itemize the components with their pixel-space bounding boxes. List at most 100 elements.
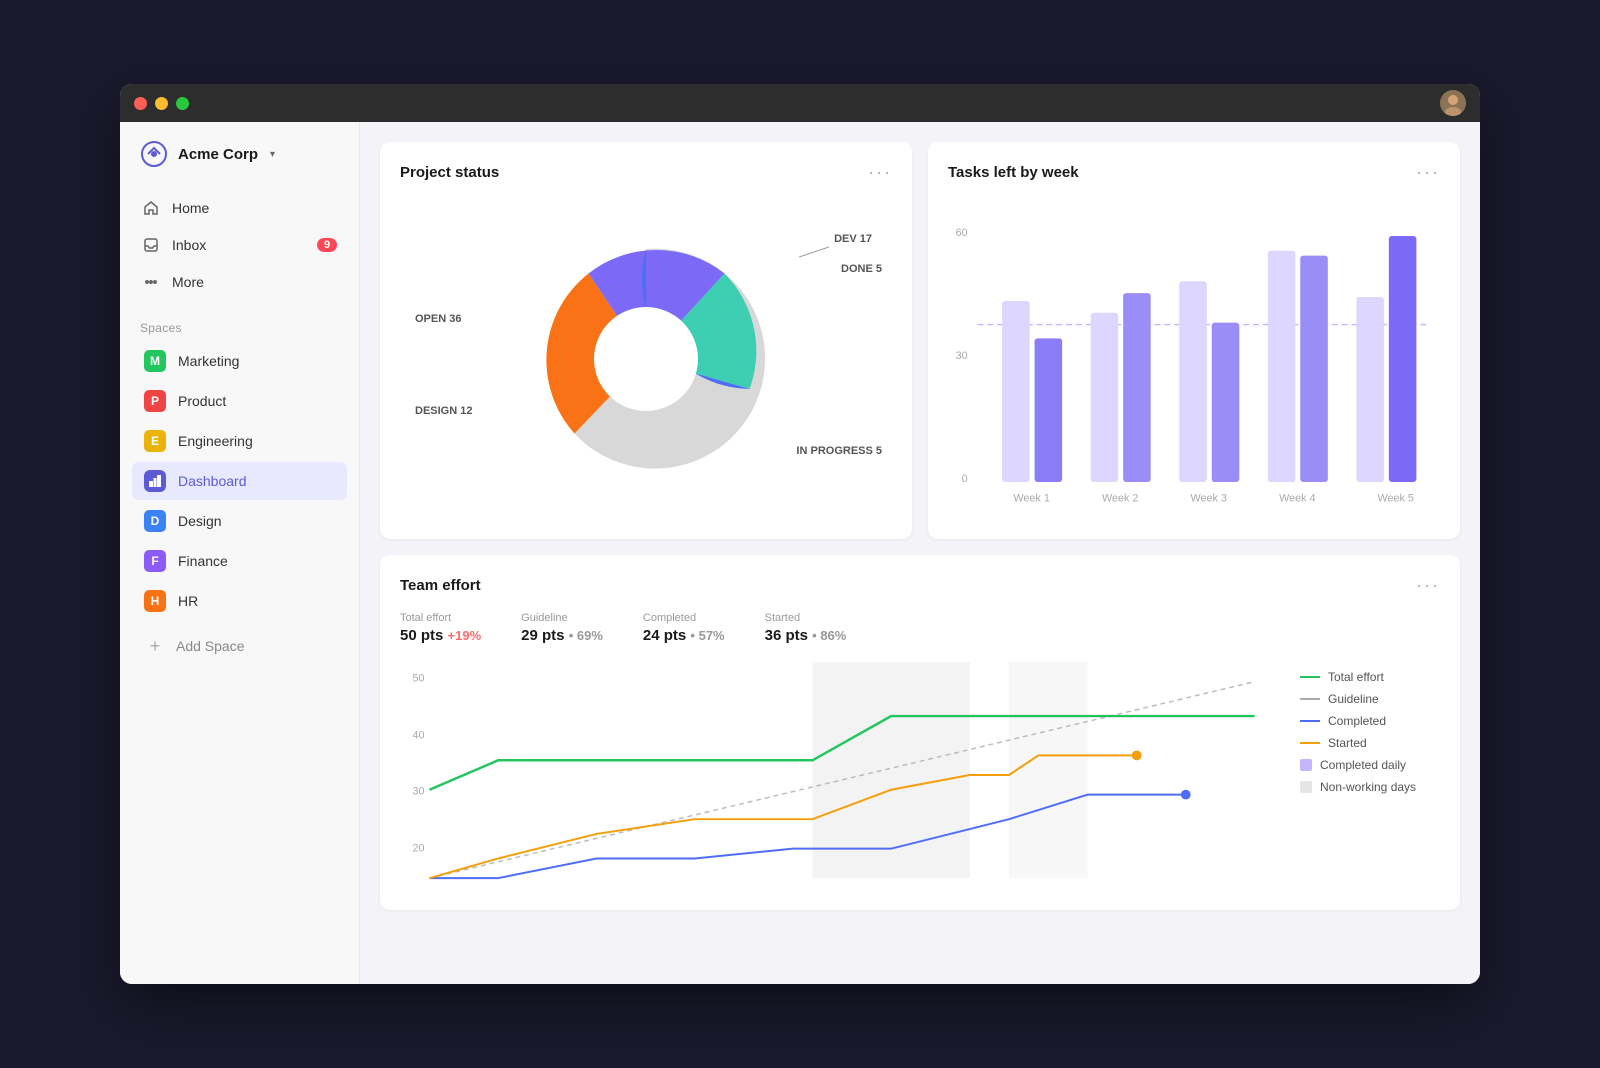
project-status-menu[interactable]: ···	[868, 162, 892, 183]
svg-text:0: 0	[962, 473, 968, 485]
bar-chart-area: 60 30 0	[948, 199, 1440, 519]
pie-label-open: OPEN 36	[415, 309, 461, 327]
line-chart-svg: 50 40 30 20	[400, 660, 1284, 890]
tasks-menu[interactable]: ···	[1416, 162, 1440, 183]
space-finance-label: Finance	[178, 553, 228, 569]
titlebar	[120, 84, 1480, 122]
space-finance-avatar: F	[144, 550, 166, 572]
line-chart-area: 50 40 30 20	[400, 660, 1284, 890]
project-status-card: Project status ···	[380, 142, 912, 539]
main-content: Project status ···	[360, 122, 1480, 984]
stat-completed: Completed 24 pts • 57%	[643, 612, 725, 644]
space-hr-label: HR	[178, 593, 198, 609]
stat-guideline-value: 29 pts	[521, 627, 564, 644]
stat-completed-value: 24 pts	[643, 627, 686, 644]
space-engineering-avatar: E	[144, 430, 166, 452]
close-button[interactable]	[134, 97, 147, 110]
stat-started-value: 36 pts	[765, 627, 808, 644]
space-hr-avatar: H	[144, 590, 166, 612]
svg-text:50: 50	[413, 673, 425, 685]
app-window: Acme Corp ▾ Home	[120, 84, 1480, 984]
space-marketing[interactable]: M Marketing	[132, 342, 347, 380]
add-space-label: Add Space	[176, 638, 245, 654]
effort-stats: Total effort 50 pts +19% Guideline 29 pt…	[400, 612, 1440, 644]
maximize-button[interactable]	[176, 97, 189, 110]
legend-total-effort-line	[1300, 676, 1320, 678]
nav-home-label: Home	[172, 200, 209, 216]
add-space-icon: +	[144, 635, 166, 657]
team-effort-card: Team effort ··· Total effort 50 pts +19%…	[380, 555, 1460, 910]
svg-text:Week 3: Week 3	[1191, 493, 1227, 505]
stat-completed-pct: • 57%	[690, 628, 724, 643]
space-hr[interactable]: H HR	[132, 582, 347, 620]
space-engineering[interactable]: E Engineering	[132, 422, 347, 460]
bar-chart-svg: 60 30 0	[948, 199, 1440, 519]
stat-total-effort: Total effort 50 pts +19%	[400, 612, 481, 644]
legend-non-working-box	[1300, 781, 1312, 793]
svg-text:Week 2: Week 2	[1102, 493, 1138, 505]
minimize-button[interactable]	[155, 97, 168, 110]
legend-started-line	[1300, 742, 1320, 744]
nav-more[interactable]: More	[132, 264, 347, 300]
stat-total-pct: +19%	[448, 628, 482, 643]
pie-chart-svg	[506, 219, 786, 499]
legend-completed-label: Completed	[1328, 714, 1386, 728]
legend-completed-daily-label: Completed daily	[1320, 758, 1406, 772]
legend-started: Started	[1300, 736, 1440, 750]
brand-logo-icon	[140, 140, 168, 168]
legend-started-label: Started	[1328, 736, 1367, 750]
space-dashboard[interactable]: Dashboard	[132, 462, 347, 500]
svg-text:20: 20	[413, 843, 425, 855]
sidebar: Acme Corp ▾ Home	[120, 122, 360, 984]
svg-text:30: 30	[413, 786, 425, 798]
pie-label-done: DONE 5	[841, 259, 882, 277]
home-icon	[142, 199, 160, 217]
space-engineering-label: Engineering	[178, 433, 253, 449]
team-effort-menu[interactable]: ···	[1416, 575, 1440, 596]
stat-started-label: Started	[765, 612, 847, 624]
stat-guideline-pct: • 69%	[569, 628, 603, 643]
legend-completed: Completed	[1300, 714, 1440, 728]
space-product-avatar: P	[144, 390, 166, 412]
charts-row: Project status ···	[380, 142, 1460, 539]
svg-text:Week 4: Week 4	[1279, 493, 1315, 505]
pie-label-inprogress: IN PROGRESS 5	[796, 441, 882, 459]
pie-chart-container: DEV 17 DONE 5 IN PROGRESS 5 OPEN 36	[400, 199, 892, 519]
legend: Total effort Guideline Completed St	[1300, 660, 1440, 890]
brand-button[interactable]: Acme Corp ▾	[120, 122, 359, 186]
svg-text:60: 60	[956, 227, 968, 239]
tasks-by-week-card: Tasks left by week ··· 60 30 0	[928, 142, 1460, 539]
inbox-badge: 9	[317, 238, 337, 252]
legend-completed-line	[1300, 720, 1320, 722]
legend-guideline-label: Guideline	[1328, 692, 1379, 706]
legend-non-working: Non-working days	[1300, 780, 1440, 794]
space-dashboard-label: Dashboard	[178, 473, 247, 489]
nav-inbox[interactable]: Inbox 9	[132, 227, 347, 263]
project-status-header: Project status ···	[400, 162, 892, 183]
stat-started: Started 36 pts • 86%	[765, 612, 847, 644]
spaces-section-label: Spaces	[120, 305, 359, 341]
more-icon	[142, 273, 160, 291]
legend-total-effort-label: Total effort	[1328, 670, 1384, 684]
stat-guideline: Guideline 29 pts • 69%	[521, 612, 603, 644]
tasks-header: Tasks left by week ···	[948, 162, 1440, 183]
nav-home[interactable]: Home	[132, 190, 347, 226]
space-dashboard-avatar	[144, 470, 166, 492]
legend-guideline: Guideline	[1300, 692, 1440, 706]
stat-total-label: Total effort	[400, 612, 481, 624]
pie-label-design: DESIGN 12	[415, 401, 472, 419]
space-finance[interactable]: F Finance	[132, 542, 347, 580]
space-product[interactable]: P Product	[132, 382, 347, 420]
brand-chevron-icon: ▾	[270, 149, 275, 160]
svg-text:30: 30	[956, 350, 968, 362]
nav-section: Home Inbox 9	[120, 186, 359, 305]
project-status-title: Project status	[400, 164, 499, 181]
add-space-button[interactable]: + Add Space	[132, 627, 347, 665]
stat-total-value: 50 pts	[400, 627, 443, 644]
space-design-label: Design	[178, 513, 222, 529]
nav-more-label: More	[172, 274, 204, 290]
svg-text:Week 5: Week 5	[1377, 493, 1413, 505]
space-design[interactable]: D Design	[132, 502, 347, 540]
inbox-icon	[142, 236, 160, 254]
avatar[interactable]	[1440, 90, 1466, 116]
